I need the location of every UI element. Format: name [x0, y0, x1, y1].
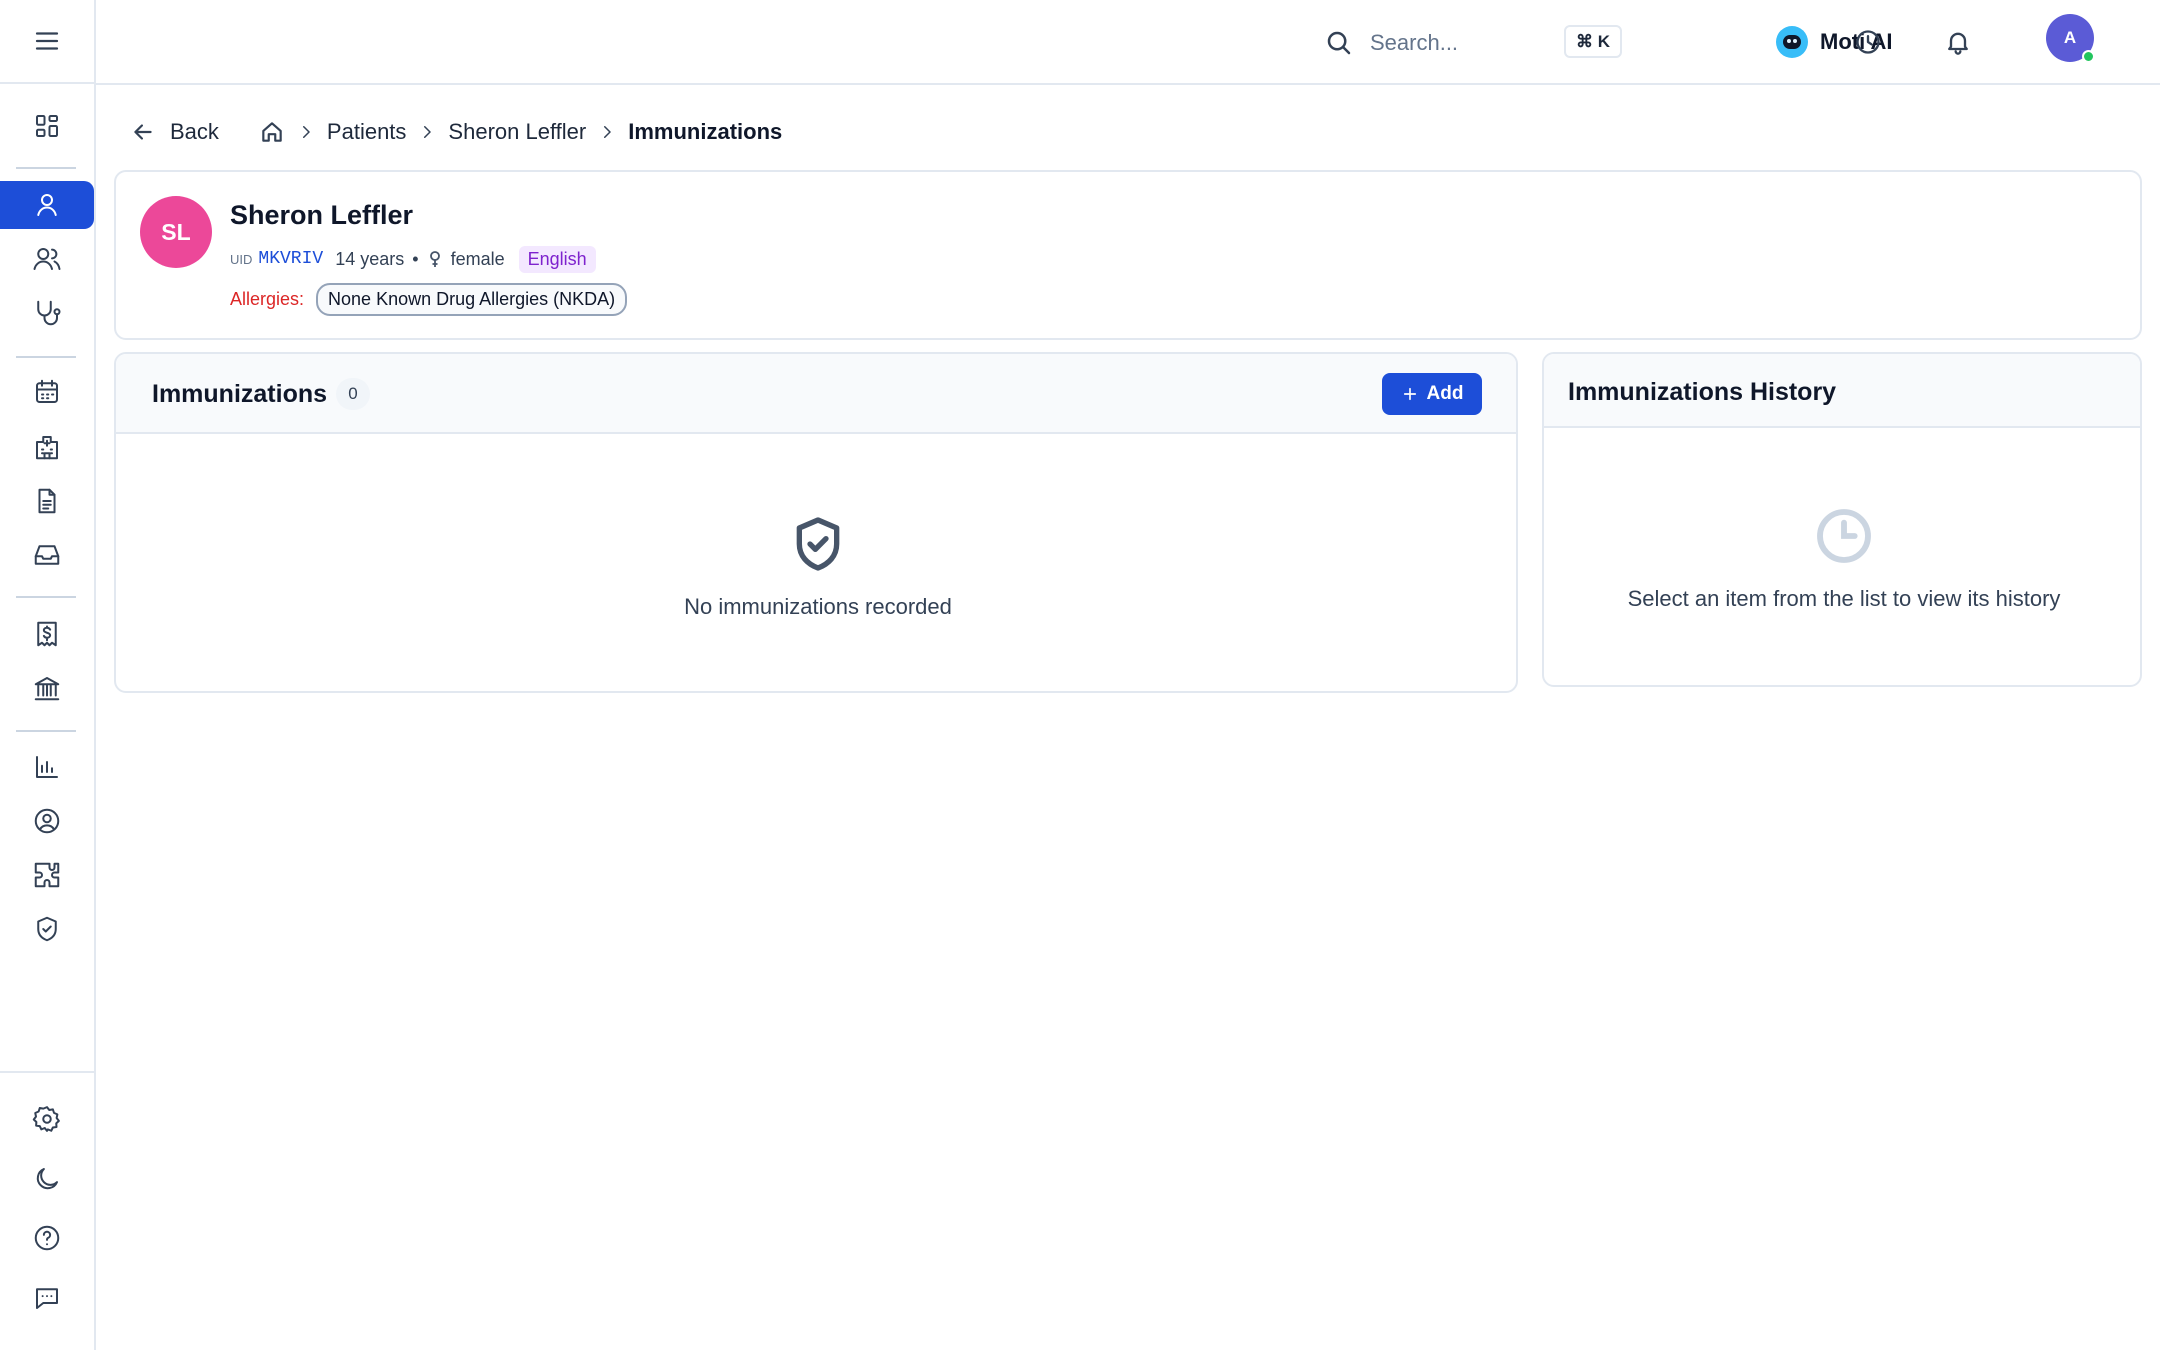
hamburger-icon	[35, 32, 59, 50]
users-icon	[33, 248, 61, 270]
sidebar-item-security[interactable]	[0, 905, 94, 953]
history-card-header: Immunizations History	[1544, 354, 2140, 428]
add-label: Add	[1426, 383, 1464, 404]
help-circle-icon	[34, 1225, 60, 1251]
history-title: Immunizations History	[1568, 378, 1837, 406]
sidebar-item-patients[interactable]	[0, 235, 94, 283]
sidebar-item-reports[interactable]	[0, 743, 94, 791]
document-icon	[38, 488, 56, 514]
immunizations-title: Immunizations	[152, 380, 328, 408]
allergies-row: Allergies: None Known Drug Allergies (NK…	[230, 282, 628, 316]
immunizations-card-header: Immunizations 0 Add	[116, 354, 1516, 434]
sidebar-item-finance[interactable]	[0, 664, 94, 712]
breadcrumb-current: Immunizations	[628, 119, 783, 144]
inbox-icon	[34, 545, 60, 565]
sidebar-item-calendar[interactable]	[0, 368, 94, 416]
breadcrumb-item-patient[interactable]: Sheron Leffler	[448, 119, 586, 145]
sidebar-item-inbox[interactable]	[0, 531, 94, 579]
puzzle-icon	[34, 862, 60, 888]
sidebar-divider	[16, 596, 76, 598]
sidebar-item-billing[interactable]	[0, 610, 94, 658]
topbar: ⌘ K Moti AI	[96, 0, 2160, 85]
female-icon	[427, 250, 443, 268]
search-box[interactable]	[1324, 20, 1724, 66]
sidebar-divider	[16, 730, 76, 732]
history-button[interactable]	[1850, 24, 1886, 60]
hospital-icon	[36, 436, 58, 460]
breadcrumb: Back Patients Sheron Leffler Immunizatio…	[130, 114, 782, 150]
search-icon	[1327, 31, 1351, 55]
moti-ai-logo-icon	[1776, 26, 1808, 58]
online-status-indicator	[2082, 50, 2095, 63]
chat-icon	[36, 1288, 58, 1309]
sidebar-item-facilities[interactable]	[0, 423, 94, 471]
immunizations-history-card: Immunizations History Select an item fro…	[1542, 352, 2142, 687]
sidebar-divider	[0, 1071, 94, 1073]
sidebar-divider	[16, 167, 76, 169]
allergies-label: Allergies:	[230, 288, 305, 309]
chevron-right-icon	[418, 123, 436, 141]
search-input[interactable]	[1370, 30, 1550, 56]
sidebar-item-integrations[interactable]	[0, 851, 94, 899]
menu-toggle-button[interactable]	[0, 0, 94, 84]
immunizations-card: Immunizations 0 Add No immunizations rec…	[114, 352, 1518, 693]
breadcrumb-item-patients[interactable]: Patients	[327, 119, 407, 145]
bar-chart-icon	[36, 756, 58, 778]
meta-separator: •	[412, 248, 419, 269]
calendar-icon	[36, 379, 58, 403]
notifications-button[interactable]	[1940, 24, 1976, 60]
immunizations-empty-text: No immunizations recorded	[684, 594, 952, 619]
home-icon	[262, 122, 282, 142]
sidebar-item-theme[interactable]	[0, 1155, 94, 1203]
dashboard-icon	[36, 115, 58, 137]
sidebar-item-documents[interactable]	[0, 477, 94, 525]
shield-check-icon	[37, 916, 57, 942]
shield-check-icon	[786, 512, 850, 576]
patient-age: 14 years	[335, 248, 405, 269]
chevron-right-icon	[598, 123, 616, 141]
bank-icon	[34, 677, 60, 701]
sidebar-item-settings[interactable]	[0, 1095, 94, 1143]
breadcrumb-home[interactable]	[259, 119, 285, 145]
add-immunization-button[interactable]: Add	[1382, 373, 1482, 415]
patient-uid[interactable]: MKVRIV	[258, 249, 323, 269]
arrow-left-icon	[134, 124, 152, 140]
clock-icon	[1812, 504, 1876, 568]
user-icon	[37, 194, 57, 216]
sidebar-item-patient[interactable]	[0, 181, 94, 229]
user-circle-icon	[34, 808, 60, 834]
clock-icon	[1856, 30, 1880, 54]
plus-icon	[1403, 387, 1416, 401]
history-empty-text: Select an item from the list to view its…	[1627, 586, 2061, 611]
patient-meta: UID MKVRIV 14 years • female English	[230, 244, 596, 274]
immunizations-count-badge: 0	[336, 378, 370, 410]
sidebar-item-dashboard[interactable]	[0, 102, 94, 150]
sidebar	[0, 0, 96, 1350]
language-badge: English	[518, 245, 596, 273]
sidebar-item-clinical[interactable]	[0, 289, 94, 337]
patient-avatar: SL	[140, 196, 212, 268]
sidebar-divider	[16, 356, 76, 358]
back-button[interactable]: Back	[130, 119, 219, 145]
sidebar-item-account[interactable]	[0, 797, 94, 845]
sidebar-item-feedback[interactable]	[0, 1274, 94, 1322]
patient-gender: female	[450, 248, 505, 269]
gear-icon	[32, 1106, 60, 1132]
bell-icon	[1948, 32, 1968, 55]
back-label: Back	[170, 119, 219, 144]
allergy-chip[interactable]: None Known Drug Allergies (NKDA)	[316, 282, 628, 316]
search-shortcut-badge: ⌘ K	[1564, 25, 1622, 58]
stethoscope-icon	[37, 300, 61, 326]
chevron-right-icon	[297, 123, 315, 141]
moon-icon	[36, 1168, 58, 1190]
uid-label: UID	[230, 251, 253, 267]
patient-header-card: SL Sheron Leffler UID MKVRIV 14 years • …	[114, 170, 2142, 340]
patient-name: Sheron Leffler	[230, 200, 414, 230]
receipt-dollar-icon	[37, 621, 57, 647]
sidebar-item-help[interactable]	[0, 1214, 94, 1262]
